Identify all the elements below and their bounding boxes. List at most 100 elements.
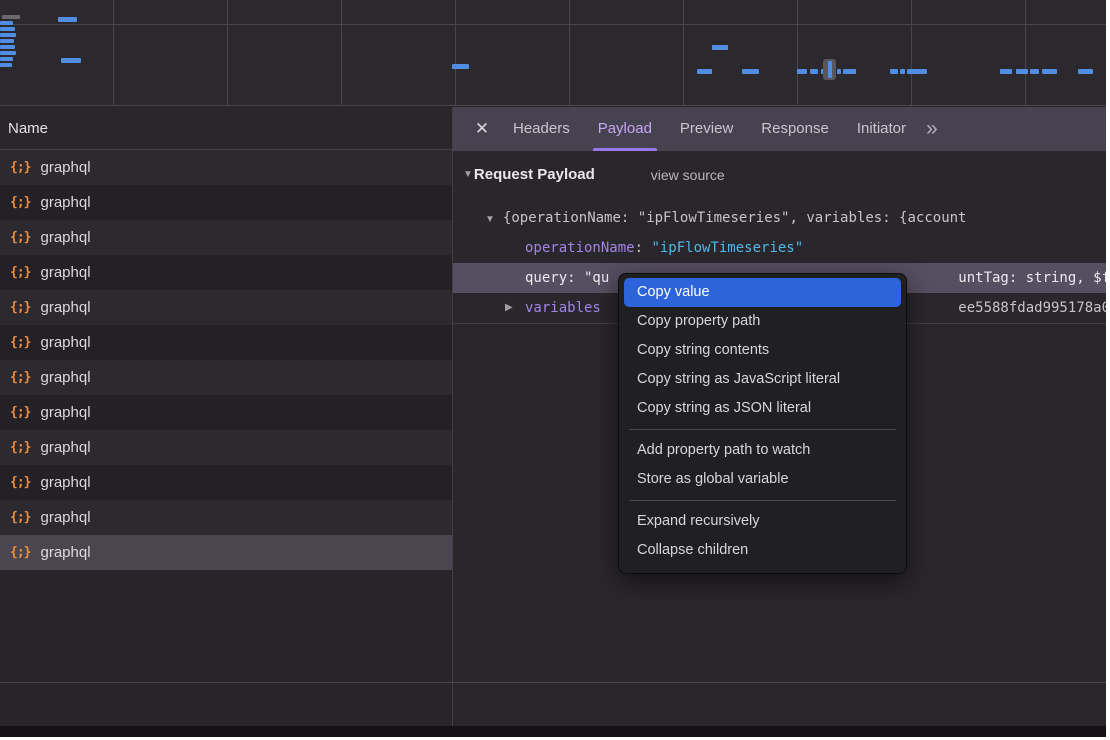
request-row[interactable]: {;}graphql <box>0 430 452 465</box>
overview-request-bar <box>1016 69 1028 74</box>
menu-item-add-property-path-to-watch[interactable]: Add property path to watch <box>619 436 906 465</box>
overview-request-bar <box>837 69 841 74</box>
request-row[interactable]: {;} graphql <box>0 150 452 185</box>
menu-item-expand-recursively[interactable]: Expand recursively <box>619 507 906 536</box>
json-braces-icon: {;} <box>10 195 30 210</box>
json-braces-icon: {;} <box>10 300 30 315</box>
request-row[interactable]: {;} graphql <box>0 500 452 535</box>
overview-vertical-gridline <box>797 0 798 106</box>
tab-preview[interactable]: Preview <box>666 107 747 151</box>
request-row[interactable]: {;} graphql <box>0 290 452 325</box>
request-name: graphql <box>40 544 90 561</box>
overview-request-bar <box>1030 69 1039 74</box>
overview-request-bar <box>1042 69 1057 74</box>
expand-triangle-icon[interactable]: ▼ <box>485 214 495 225</box>
overview-vertical-gridline <box>341 0 342 106</box>
json-braces-icon: {;} <box>10 475 30 490</box>
menu-item-copy-string-contents[interactable]: Copy string contents <box>619 336 906 365</box>
key-separator: : <box>635 240 652 256</box>
request-name: graphql <box>40 229 90 246</box>
request-row[interactable]: {;} graphql <box>0 465 452 500</box>
json-braces-icon: {;} <box>10 510 30 525</box>
query-visible-right: untTag: string, $f <box>958 263 1106 293</box>
request-name: graphql <box>40 159 90 176</box>
request-name: graphql <box>40 509 90 526</box>
network-overview-timeline[interactable] <box>0 0 1106 106</box>
context-menu: Copy valueCopy property pathCopy string … <box>618 273 907 574</box>
overview-request-bar <box>0 39 14 43</box>
json-braces-icon: {;} <box>10 160 30 175</box>
tree-root-row[interactable]: ▼{operationName: "ipFlowTimeseries", var… <box>453 203 1106 233</box>
tree-row-operationName[interactable]: operationName: "ipFlowTimeseries" <box>453 233 1106 263</box>
overview-request-bar <box>697 69 712 74</box>
request-row[interactable]: {;} graphql <box>0 185 452 220</box>
property-value: "ipFlowTimeseries" <box>651 240 803 256</box>
tab-headers[interactable]: Headers <box>499 107 584 151</box>
overview-vertical-gridline <box>569 0 570 106</box>
request-name: graphql <box>40 404 90 421</box>
overview-vertical-gridline <box>911 0 912 106</box>
tab-payload[interactable]: Payload <box>584 107 666 151</box>
menu-item-copy-string-as-javascript-literal[interactable]: Copy string as JavaScript literal <box>619 365 906 394</box>
request-payload-heading-row: ▼ Request Payload view source <box>463 165 1106 203</box>
bottom-bar <box>0 726 1106 737</box>
tabs-container: HeadersPayloadPreviewResponseInitiator <box>499 107 920 151</box>
request-name: graphql <box>40 194 90 211</box>
variables-visible-right: ee5588fdad995178a0 <box>958 293 1106 323</box>
request-name: graphql <box>40 299 90 316</box>
request-name: graphql <box>40 474 90 491</box>
network-main-split: Name {;}graphql{;}graphql{;}graphql{;}gr… <box>0 107 1106 726</box>
request-row[interactable]: {;}graphql <box>0 325 452 360</box>
json-braces-icon: {;} <box>10 335 30 350</box>
overview-selection-tick <box>828 61 832 78</box>
menu-separator <box>629 429 896 430</box>
menu-item-store-as-global-variable[interactable]: Store as global variable <box>619 465 906 494</box>
query-visible-left: query: "qu <box>525 270 609 286</box>
tab-initiator[interactable]: Initiator <box>843 107 920 151</box>
menu-item-copy-string-as-json-literal[interactable]: Copy string as JSON literal <box>619 394 906 423</box>
devtools-window: Name {;}graphql{;}graphql{;}graphql{;}gr… <box>0 0 1106 737</box>
overview-request-bar <box>742 69 759 74</box>
request-name: graphql <box>40 264 90 281</box>
overview-vertical-gridline <box>455 0 456 106</box>
overview-gray-bar <box>2 15 20 19</box>
overview-request-bar <box>0 27 15 31</box>
overview-vertical-gridline <box>1025 0 1026 106</box>
json-braces-icon: {;} <box>10 545 30 560</box>
menu-item-copy-value[interactable]: Copy value <box>624 278 901 307</box>
overview-request-bar <box>0 21 13 25</box>
overview-request-bar <box>907 69 927 74</box>
close-icon[interactable]: ✕ <box>465 107 499 151</box>
overview-request-bar <box>61 58 81 63</box>
menu-item-collapse-children[interactable]: Collapse children <box>619 536 906 565</box>
overview-request-bar <box>843 69 856 74</box>
menu-item-copy-property-path[interactable]: Copy property path <box>619 307 906 336</box>
request-row[interactable]: {;} graphql <box>0 535 452 570</box>
menu-separator <box>629 500 896 501</box>
more-tabs-icon[interactable]: » <box>926 107 938 151</box>
overview-vertical-gridline <box>227 0 228 106</box>
overview-vertical-gridline <box>683 0 684 106</box>
request-list-panel: Name {;}graphql{;}graphql{;}graphql{;}gr… <box>0 107 453 726</box>
name-column-header[interactable]: Name <box>0 107 452 150</box>
overview-request-bar <box>58 17 77 22</box>
collapse-triangle-icon[interactable]: ▼ <box>463 165 473 185</box>
request-row[interactable]: {;} graphql <box>0 360 452 395</box>
section-title: Request Payload <box>474 165 595 185</box>
details-tab-bar: ✕ HeadersPayloadPreviewResponseInitiator… <box>453 107 1106 151</box>
property-key: operationName <box>525 240 635 256</box>
expand-triangle-icon[interactable]: ▶ <box>505 293 513 323</box>
request-row[interactable]: {;} graphql <box>0 220 452 255</box>
overview-request-bar <box>1000 69 1012 74</box>
request-row[interactable]: {;}graphql <box>0 395 452 430</box>
request-rows: {;} graphql {;} graphql {;} graphql {;} graphql… <box>0 150 452 570</box>
overview-request-bar <box>0 33 16 37</box>
request-name: graphql <box>40 369 90 386</box>
view-source-link[interactable]: view source <box>651 165 725 185</box>
json-braces-icon: {;} <box>10 370 30 385</box>
json-braces-icon: {;} <box>10 230 30 245</box>
overview-request-bar <box>1078 69 1093 74</box>
overview-request-bar <box>0 63 12 67</box>
request-row[interactable]: {;}graphql <box>0 255 452 290</box>
tab-response[interactable]: Response <box>747 107 843 151</box>
